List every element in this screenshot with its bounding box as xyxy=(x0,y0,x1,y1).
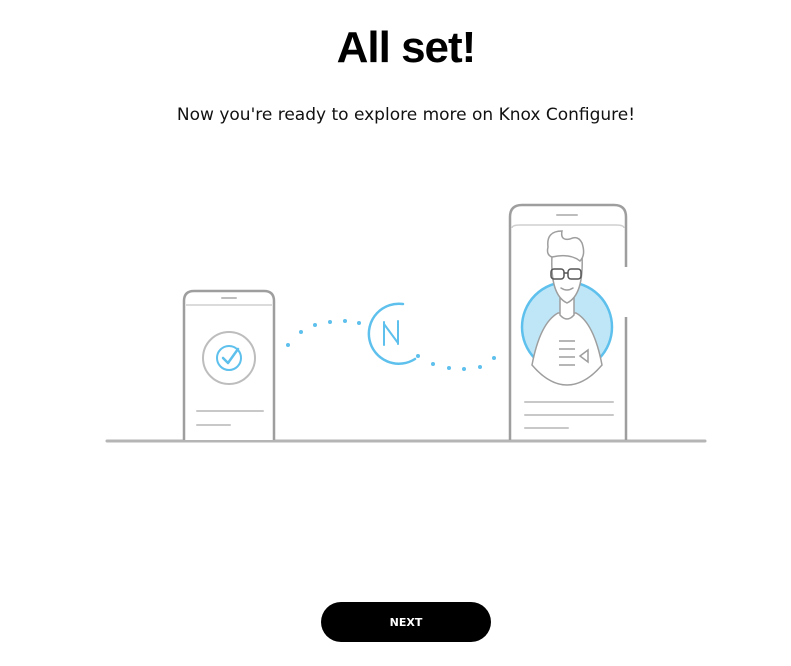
phone-with-checkmark-icon xyxy=(182,289,276,440)
page-subtitle: Now you're ready to explore more on Knox… xyxy=(176,105,636,125)
setup-complete-illustration xyxy=(105,203,707,443)
page-title: All set! xyxy=(336,23,477,72)
next-button[interactable]: NEXT xyxy=(321,602,491,642)
nfc-icon xyxy=(367,302,417,365)
phone-with-user-avatar-icon xyxy=(508,203,628,440)
